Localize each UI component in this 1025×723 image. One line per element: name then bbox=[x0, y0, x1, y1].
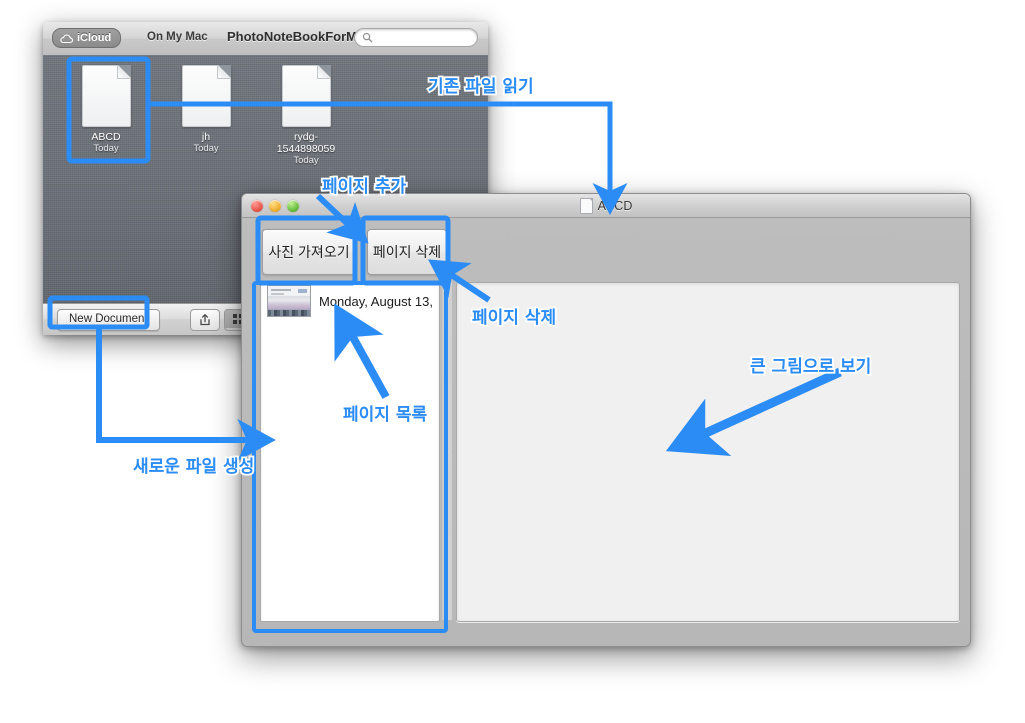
file-date: Today bbox=[193, 143, 219, 154]
import-photo-label: 사진 가져오기 bbox=[268, 244, 350, 260]
new-document-label: New Document bbox=[69, 313, 148, 325]
file-name: jh bbox=[201, 131, 211, 143]
document-icon bbox=[181, 65, 231, 127]
file-item-jh[interactable]: jh Today bbox=[169, 65, 243, 154]
search-field[interactable] bbox=[354, 28, 478, 47]
document-icon bbox=[281, 65, 331, 127]
file-name: ABCD bbox=[91, 131, 121, 143]
page-label: Monday, August 13,. bbox=[319, 293, 433, 309]
tab-on-my-mac[interactable]: On My Mac bbox=[147, 28, 208, 46]
tab-icloud[interactable]: iCloud bbox=[52, 28, 122, 48]
finder-toolbar: iCloud On My Mac PhotoNoteBookForMac bbox=[43, 22, 488, 56]
app-window-title: ABCD bbox=[242, 194, 970, 217]
import-photo-button[interactable]: 사진 가져오기 bbox=[262, 229, 356, 275]
image-preview-panel[interactable] bbox=[456, 282, 960, 622]
list-item[interactable]: Monday, August 13,. bbox=[261, 283, 439, 319]
file-date: Today bbox=[293, 155, 319, 166]
app-content-area: Monday, August 13,. bbox=[252, 282, 960, 628]
split-handle[interactable] bbox=[442, 282, 452, 620]
finder-title: PhotoNoteBookForMac bbox=[227, 29, 372, 44]
share-button[interactable] bbox=[190, 309, 220, 331]
page-thumbnail bbox=[267, 285, 311, 317]
file-date: Today bbox=[93, 143, 119, 154]
new-document-button[interactable]: New Document bbox=[57, 309, 160, 331]
tab-icloud-label: iCloud bbox=[77, 32, 112, 44]
split-handle-dot bbox=[445, 450, 449, 454]
connector-create-new-file bbox=[96, 327, 276, 461]
app-title-bar: ABCD bbox=[242, 194, 970, 218]
page-list[interactable]: Monday, August 13,. bbox=[260, 282, 440, 622]
document-icon bbox=[81, 65, 131, 127]
delete-page-label: 페이지 삭제 bbox=[372, 244, 442, 260]
app-window: ABCD 사진 가져오기 페이지 삭제 Monday, August 13,. bbox=[241, 193, 971, 647]
document-icon bbox=[579, 197, 593, 214]
file-name: rydg-1544898059 bbox=[276, 131, 336, 155]
share-icon bbox=[200, 314, 210, 326]
file-item-abcd[interactable]: ABCD Today bbox=[69, 65, 143, 154]
search-icon bbox=[362, 32, 373, 43]
cloud-icon bbox=[60, 33, 73, 43]
app-toolbar: 사진 가져오기 페이지 삭제 bbox=[242, 217, 970, 280]
screenshot-stage: iCloud On My Mac PhotoNoteBookForMac ABC… bbox=[0, 0, 1025, 723]
annotation-create-new-file: 새로운 파일 생성 bbox=[131, 455, 256, 479]
tab-on-my-mac-label: On My Mac bbox=[147, 31, 208, 43]
delete-page-button[interactable]: 페이지 삭제 bbox=[367, 229, 447, 275]
app-window-title-text: ABCD bbox=[597, 198, 633, 213]
search-input[interactable] bbox=[376, 30, 476, 45]
file-item-rydg[interactable]: rydg-1544898059 Today bbox=[269, 65, 343, 166]
